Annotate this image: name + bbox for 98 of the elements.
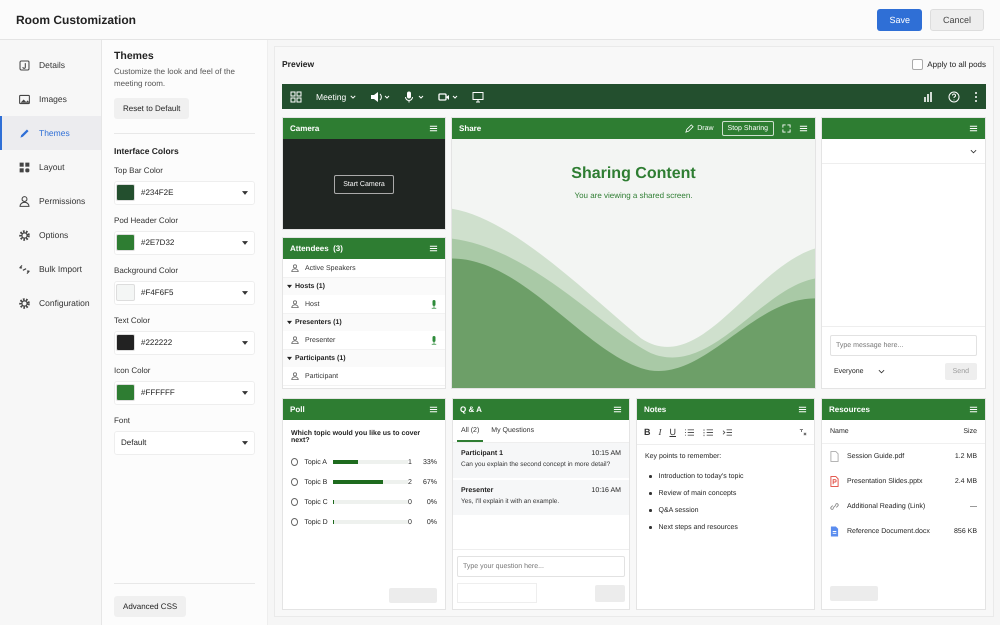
pencil-icon (18, 126, 31, 140)
link-icon (830, 501, 839, 512)
format-button[interactable]: I (658, 427, 662, 437)
format-button[interactable]: U (670, 427, 676, 437)
person-icon (291, 300, 299, 308)
person-icon (291, 264, 299, 272)
share-heading: Sharing Content (570, 165, 697, 183)
image-icon (18, 92, 31, 106)
field-label: Font (114, 416, 132, 425)
sidebar-item[interactable]: Images (0, 82, 101, 116)
pod-header: Attendees (3) (283, 238, 445, 259)
radio-button[interactable] (291, 518, 298, 526)
indent-icon[interactable] (722, 428, 733, 436)
speaker-icon[interactable] (370, 90, 390, 102)
checkbox[interactable] (912, 58, 924, 70)
menu-icon[interactable] (613, 405, 622, 414)
caret-icon (242, 440, 248, 445)
file-icon (830, 451, 839, 462)
person-icon (18, 194, 31, 208)
save-button[interactable]: Save (877, 8, 922, 30)
bar-chart-icon[interactable] (922, 90, 934, 102)
sidebar-item[interactable]: Layout (0, 150, 101, 184)
sidebar-item[interactable]: Configuration (0, 286, 101, 320)
panel-description: Customize the look and feel of the meeting room. (114, 66, 236, 90)
sidebar-item[interactable]: Details (0, 48, 101, 82)
pod-header: Q & A (453, 399, 629, 420)
preview-title: Preview (282, 59, 314, 69)
color-picker[interactable]: #2E7D32 (114, 230, 255, 255)
caret-icon (242, 340, 248, 345)
chevron-icon (878, 368, 885, 374)
bullet-list-icon[interactable] (684, 428, 695, 436)
caret-icon (242, 390, 248, 395)
field-label: Background Color (114, 266, 180, 275)
radio-button[interactable] (291, 458, 298, 466)
field-label: Top Bar Color (114, 166, 164, 175)
color-picker[interactable]: #222222 (114, 330, 255, 355)
camera-icon[interactable] (438, 90, 458, 102)
fullscreen-icon[interactable] (782, 124, 792, 133)
menu-icon[interactable] (798, 405, 807, 414)
gear-icon (18, 296, 31, 310)
arrows-icon (18, 262, 31, 276)
clear-format-icon[interactable] (799, 428, 807, 436)
meeting-menu[interactable]: Meeting (316, 92, 356, 102)
bullet-icon (649, 509, 652, 512)
panel-title: Themes (114, 50, 155, 62)
menu-icon[interactable] (429, 124, 438, 133)
monitor-icon[interactable] (472, 90, 484, 102)
field-label: Text Color (114, 316, 152, 325)
page-title: Room Customization (16, 12, 136, 26)
layout-icon[interactable] (290, 90, 302, 102)
caret-icon (242, 240, 248, 245)
advanced-css-button[interactable]: Advanced CSS (114, 596, 186, 617)
sidebar-item[interactable]: Bulk Import (0, 252, 101, 286)
caret-icon (242, 190, 248, 195)
reset-button[interactable]: Reset to Default (114, 98, 190, 119)
sidebar-item[interactable]: Options (0, 218, 101, 252)
field-label: Icon Color (114, 366, 152, 375)
doc-icon (18, 58, 31, 72)
menu-icon[interactable] (799, 124, 808, 133)
caret-icon (350, 94, 356, 98)
apply-checkbox[interactable]: Apply to all pods (912, 58, 986, 70)
sidebar-item[interactable]: Permissions (0, 184, 101, 218)
bullet-icon (649, 475, 652, 478)
file-icon (830, 476, 839, 487)
menu-icon[interactable] (969, 124, 978, 133)
bullet-icon (649, 526, 652, 529)
format-button[interactable]: B (644, 427, 650, 437)
menu-icon[interactable] (429, 405, 438, 414)
cancel-button[interactable]: Cancel (930, 8, 984, 30)
microphone-icon[interactable] (404, 90, 424, 102)
pod-header: Camera (283, 118, 445, 139)
more-icon[interactable] (974, 90, 978, 102)
document-icon (830, 526, 839, 537)
pen-icon (685, 124, 694, 133)
share-subtitle: You are viewing a shared screen. (574, 191, 694, 200)
pod-header: Notes (637, 399, 814, 420)
color-picker[interactable]: #FFFFFF (114, 380, 255, 405)
caret-icon (242, 290, 248, 295)
color-picker[interactable]: #F4F6F5 (114, 280, 255, 305)
grid-icon (18, 160, 31, 174)
radio-button[interactable] (291, 478, 298, 486)
sidebar-item[interactable]: Themes (0, 116, 101, 150)
gear-icon (18, 228, 31, 242)
person-icon (291, 372, 299, 380)
help-icon[interactable] (948, 90, 960, 102)
menu-icon[interactable] (429, 244, 438, 253)
numbered-list-icon[interactable] (703, 428, 714, 436)
color-picker[interactable]: #234F2E (114, 180, 255, 205)
radio-button[interactable] (291, 498, 298, 506)
bullet-icon (649, 492, 652, 495)
pod-header: Poll (283, 399, 445, 420)
field-label: Pod Header Color (114, 216, 180, 225)
chevron-icon[interactable] (970, 148, 977, 154)
menu-icon[interactable] (969, 405, 978, 414)
section-heading: Interface Colors (114, 146, 180, 156)
font-dropdown[interactable]: Default (114, 430, 255, 455)
person-icon (291, 336, 299, 344)
pod-header: Resources (822, 399, 985, 420)
